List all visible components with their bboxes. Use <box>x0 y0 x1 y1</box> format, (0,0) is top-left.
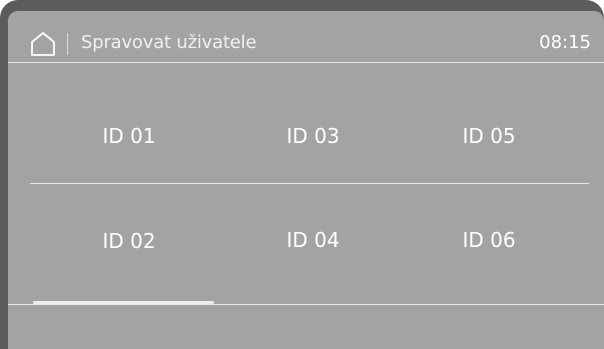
screen: Spravovat uživatele 08:15 ID 01 ID 03 ID… <box>8 11 604 349</box>
user-item-id02[interactable]: ID 02 <box>79 221 179 261</box>
header-divider <box>67 33 68 55</box>
user-item-id01[interactable]: ID 01 <box>79 116 179 156</box>
header-underline <box>8 62 604 63</box>
page-title: Spravovat uživatele <box>81 32 257 53</box>
home-icon <box>31 32 55 56</box>
clock: 08:15 <box>539 32 591 53</box>
user-item-id06[interactable]: ID 06 <box>439 220 539 260</box>
home-button[interactable] <box>30 31 56 57</box>
row-divider <box>30 183 589 184</box>
device-bezel: Spravovat uživatele 08:15 ID 01 ID 03 ID… <box>0 0 604 349</box>
scroll-indicator[interactable] <box>33 301 214 304</box>
user-item-id04[interactable]: ID 04 <box>263 220 363 260</box>
header-bar: Spravovat uživatele 08:15 <box>8 11 604 61</box>
bottom-divider <box>8 304 604 305</box>
user-item-id05[interactable]: ID 05 <box>439 116 539 156</box>
user-item-id03[interactable]: ID 03 <box>263 116 363 156</box>
